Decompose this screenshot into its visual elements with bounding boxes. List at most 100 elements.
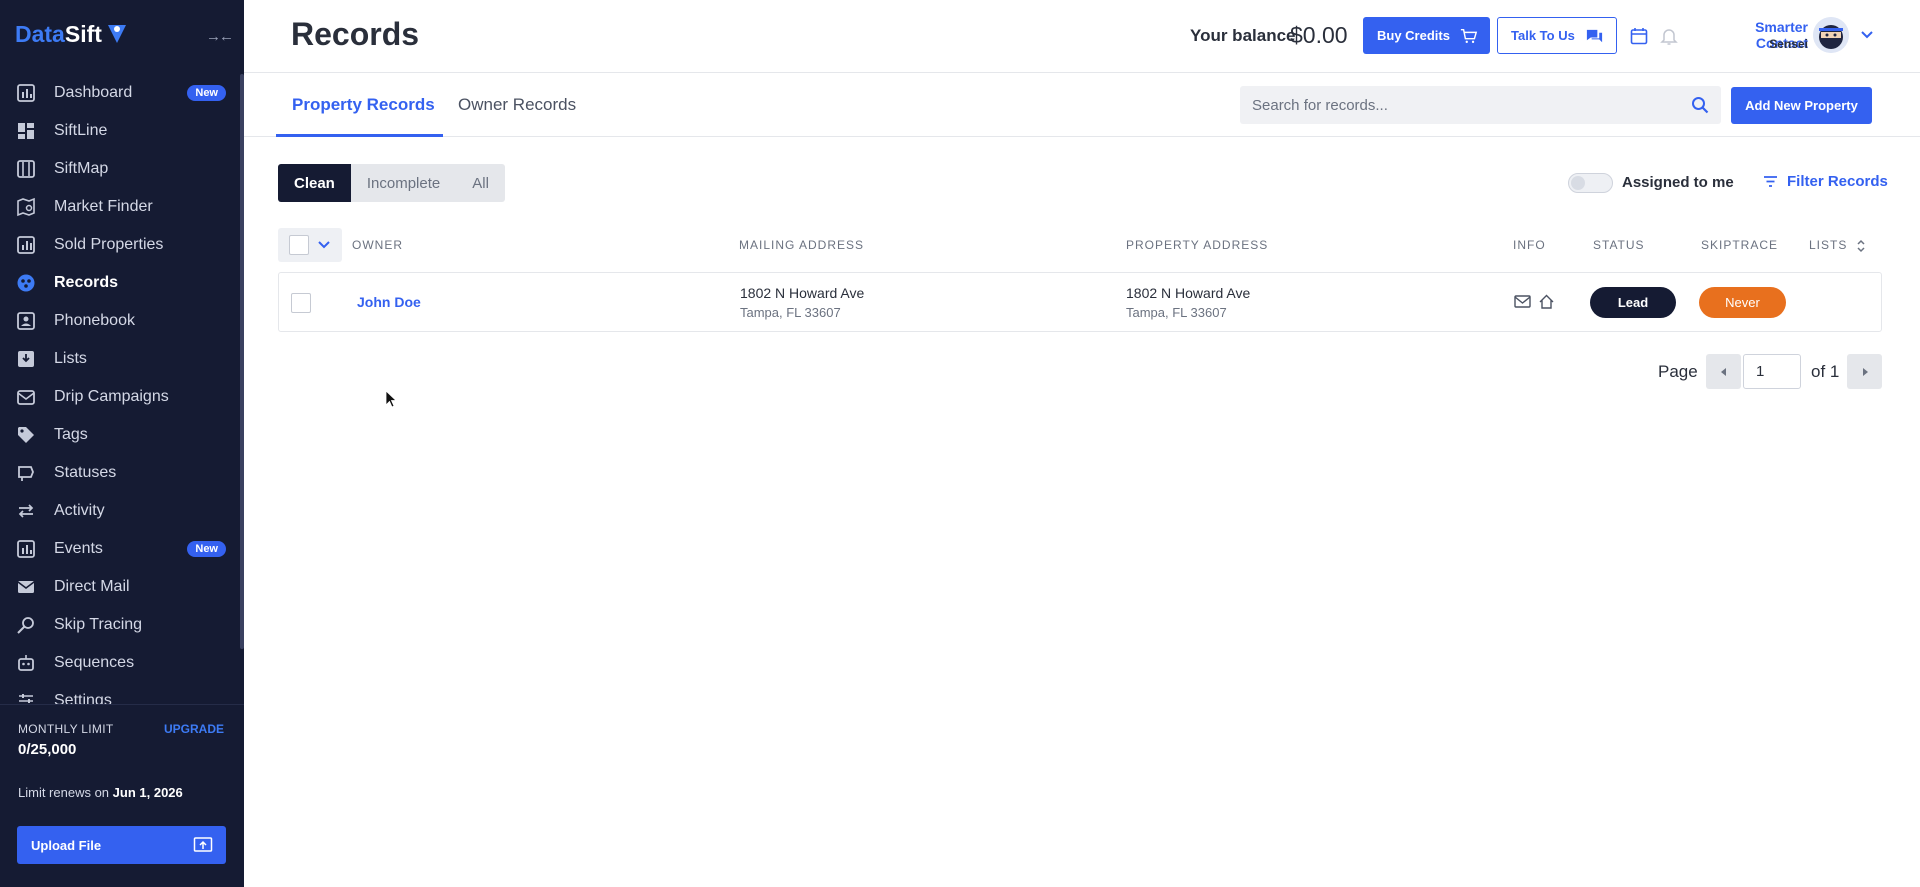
collapse-sidebar-icon[interactable]: →← <box>206 28 234 45</box>
tab-owner-records[interactable]: Owner Records <box>458 73 576 137</box>
caret-left-icon <box>1720 367 1726 376</box>
column-header-owner: OWNER <box>352 238 403 252</box>
segment-clean[interactable]: Clean <box>278 164 351 202</box>
page-number-input[interactable] <box>1743 354 1801 389</box>
mail-info-icon[interactable] <box>1514 293 1531 310</box>
phonebook-icon <box>15 310 37 332</box>
calendar-icon[interactable] <box>1630 27 1648 45</box>
column-header-skiptrace: SKIPTRACE <box>1701 238 1779 252</box>
sidebar-item-market-finder[interactable]: Market Finder <box>0 188 244 226</box>
mail-icon <box>15 576 37 598</box>
sidebar-item-statuses[interactable]: Statuses <box>0 454 244 492</box>
page-title: Records <box>291 16 420 52</box>
add-new-property-button[interactable]: Add New Property <box>1731 87 1872 124</box>
sidebar-item-siftline[interactable]: SiftLine <box>0 112 244 150</box>
mailing-address-line2: Tampa, FL 33607 <box>740 305 841 320</box>
sidebar-item-lists[interactable]: Lists <box>0 340 244 378</box>
ninja-avatar-icon <box>1813 17 1849 53</box>
magnifier-icon <box>15 614 37 636</box>
mascot-icon <box>107 25 126 43</box>
toggle-knob <box>1571 176 1585 190</box>
prev-page-button[interactable] <box>1706 354 1741 389</box>
search-box <box>1240 86 1721 124</box>
total-pages-label: of 1 <box>1811 362 1840 381</box>
sidebar-item-sold-properties[interactable]: Sold Properties <box>0 226 244 264</box>
select-all-checkbox[interactable] <box>289 235 309 255</box>
house-info-icon[interactable] <box>1538 293 1555 310</box>
events-chart-icon <box>15 538 37 560</box>
buy-credits-label: Buy Credits <box>1377 28 1450 43</box>
chevron-down-icon[interactable] <box>1859 27 1875 43</box>
sidebar-item-phonebook[interactable]: Phonebook <box>0 302 244 340</box>
grid-icon <box>15 120 37 142</box>
sidebar-item-label: Settings <box>54 692 112 704</box>
sidebar-item-dashboard[interactable]: Dashboard New <box>0 74 244 112</box>
sidebar-item-activity[interactable]: Activity <box>0 492 244 530</box>
owner-name-link[interactable]: John Doe <box>357 294 421 310</box>
sidebar-item-direct-mail[interactable]: Direct Mail <box>0 568 244 606</box>
segment-incomplete[interactable]: Incomplete <box>351 164 456 202</box>
sidebar-item-label: Activity <box>54 502 105 519</box>
skiptrace-badge[interactable]: Never <box>1699 287 1786 318</box>
sidebar-item-events[interactable]: Events New <box>0 530 244 568</box>
sidebar-item-sequences[interactable]: Sequences <box>0 644 244 682</box>
talk-to-us-button[interactable]: Talk To Us <box>1497 17 1617 54</box>
table-row[interactable]: John Doe 1802 N Howard Ave Tampa, FL 336… <box>278 272 1882 332</box>
sidebar-item-records[interactable]: Records <box>0 264 244 302</box>
upload-file-button[interactable]: Upload File <box>17 826 226 864</box>
sidebar-item-label: Sold Properties <box>54 236 164 253</box>
sidebar-item-drip-campaigns[interactable]: Drip Campaigns <box>0 378 244 416</box>
assigned-to-me-label: Assigned to me <box>1622 174 1734 191</box>
sidebar-item-siftmap[interactable]: SiftMap <box>0 150 244 188</box>
search-input[interactable] <box>1240 86 1721 124</box>
tab-label: Owner Records <box>458 95 577 114</box>
status-badge[interactable]: Lead <box>1590 287 1676 318</box>
sidebar-scrollbar[interactable] <box>240 74 244 649</box>
mailing-address-line1: 1802 N Howard Ave <box>740 285 865 301</box>
limit-renews-text: Limit renews on Jun 1, 2026 <box>18 785 183 800</box>
talk-to-us-label: Talk To Us <box>1511 28 1575 43</box>
sidebar-item-settings[interactable]: Settings <box>0 682 244 704</box>
next-page-button[interactable] <box>1847 354 1882 389</box>
chevron-down-icon[interactable] <box>316 237 332 253</box>
active-tab-indicator <box>276 134 443 137</box>
mail-stack-icon <box>15 386 37 408</box>
chat-icon <box>1586 29 1603 43</box>
property-address-line2: Tampa, FL 33607 <box>1126 305 1227 320</box>
buy-credits-button[interactable]: Buy Credits <box>1363 17 1490 54</box>
sidebar-item-skip-tracing[interactable]: Skip Tracing <box>0 606 244 644</box>
filter-records-button[interactable]: Filter Records <box>1762 173 1888 190</box>
monthly-limit-label: MONTHLY LIMIT <box>18 722 114 736</box>
balance-value: $0.00 <box>1290 22 1348 48</box>
column-header-lists-wrap[interactable]: LISTS <box>1809 238 1866 253</box>
cart-icon <box>1460 28 1478 44</box>
record-quality-filter: Clean Incomplete All <box>278 164 505 202</box>
upgrade-link[interactable]: UPGRADE <box>164 722 224 736</box>
sidebar-item-label: Market Finder <box>54 198 153 215</box>
column-header-lists: LISTS <box>1809 238 1848 252</box>
renews-date: Jun 1, 2026 <box>112 785 183 800</box>
sidebar: Data Sift →← Dashboard New SiftLine SiftM… <box>0 0 244 887</box>
segment-all[interactable]: All <box>456 164 505 202</box>
tab-property-records[interactable]: Property Records <box>292 73 435 137</box>
chart-icon <box>15 234 37 256</box>
assigned-to-me-toggle[interactable] <box>1568 173 1613 193</box>
sidebar-item-label: Drip Campaigns <box>54 388 169 405</box>
sidebar-item-label: SiftMap <box>54 160 109 177</box>
search-icon[interactable] <box>1691 96 1709 114</box>
sidebar-item-label: Direct Mail <box>54 578 130 595</box>
new-badge: New <box>187 85 226 101</box>
renews-prefix: Limit renews on <box>18 785 113 800</box>
sidebar-item-label: Sequences <box>54 654 135 671</box>
mouse-cursor-icon <box>385 390 397 408</box>
user-rank: Sensei <box>1769 37 1808 51</box>
datasift-logo[interactable]: Data Sift <box>15 14 130 54</box>
property-address-line1: 1802 N Howard Ave <box>1126 285 1251 301</box>
new-badge: New <box>187 541 226 557</box>
avatar[interactable] <box>1813 17 1849 53</box>
sidebar-item-label: Statuses <box>54 464 117 481</box>
bell-icon[interactable] <box>1660 27 1678 46</box>
filter-icon <box>1764 176 1777 187</box>
row-checkbox[interactable] <box>291 293 311 313</box>
sidebar-item-tags[interactable]: Tags <box>0 416 244 454</box>
